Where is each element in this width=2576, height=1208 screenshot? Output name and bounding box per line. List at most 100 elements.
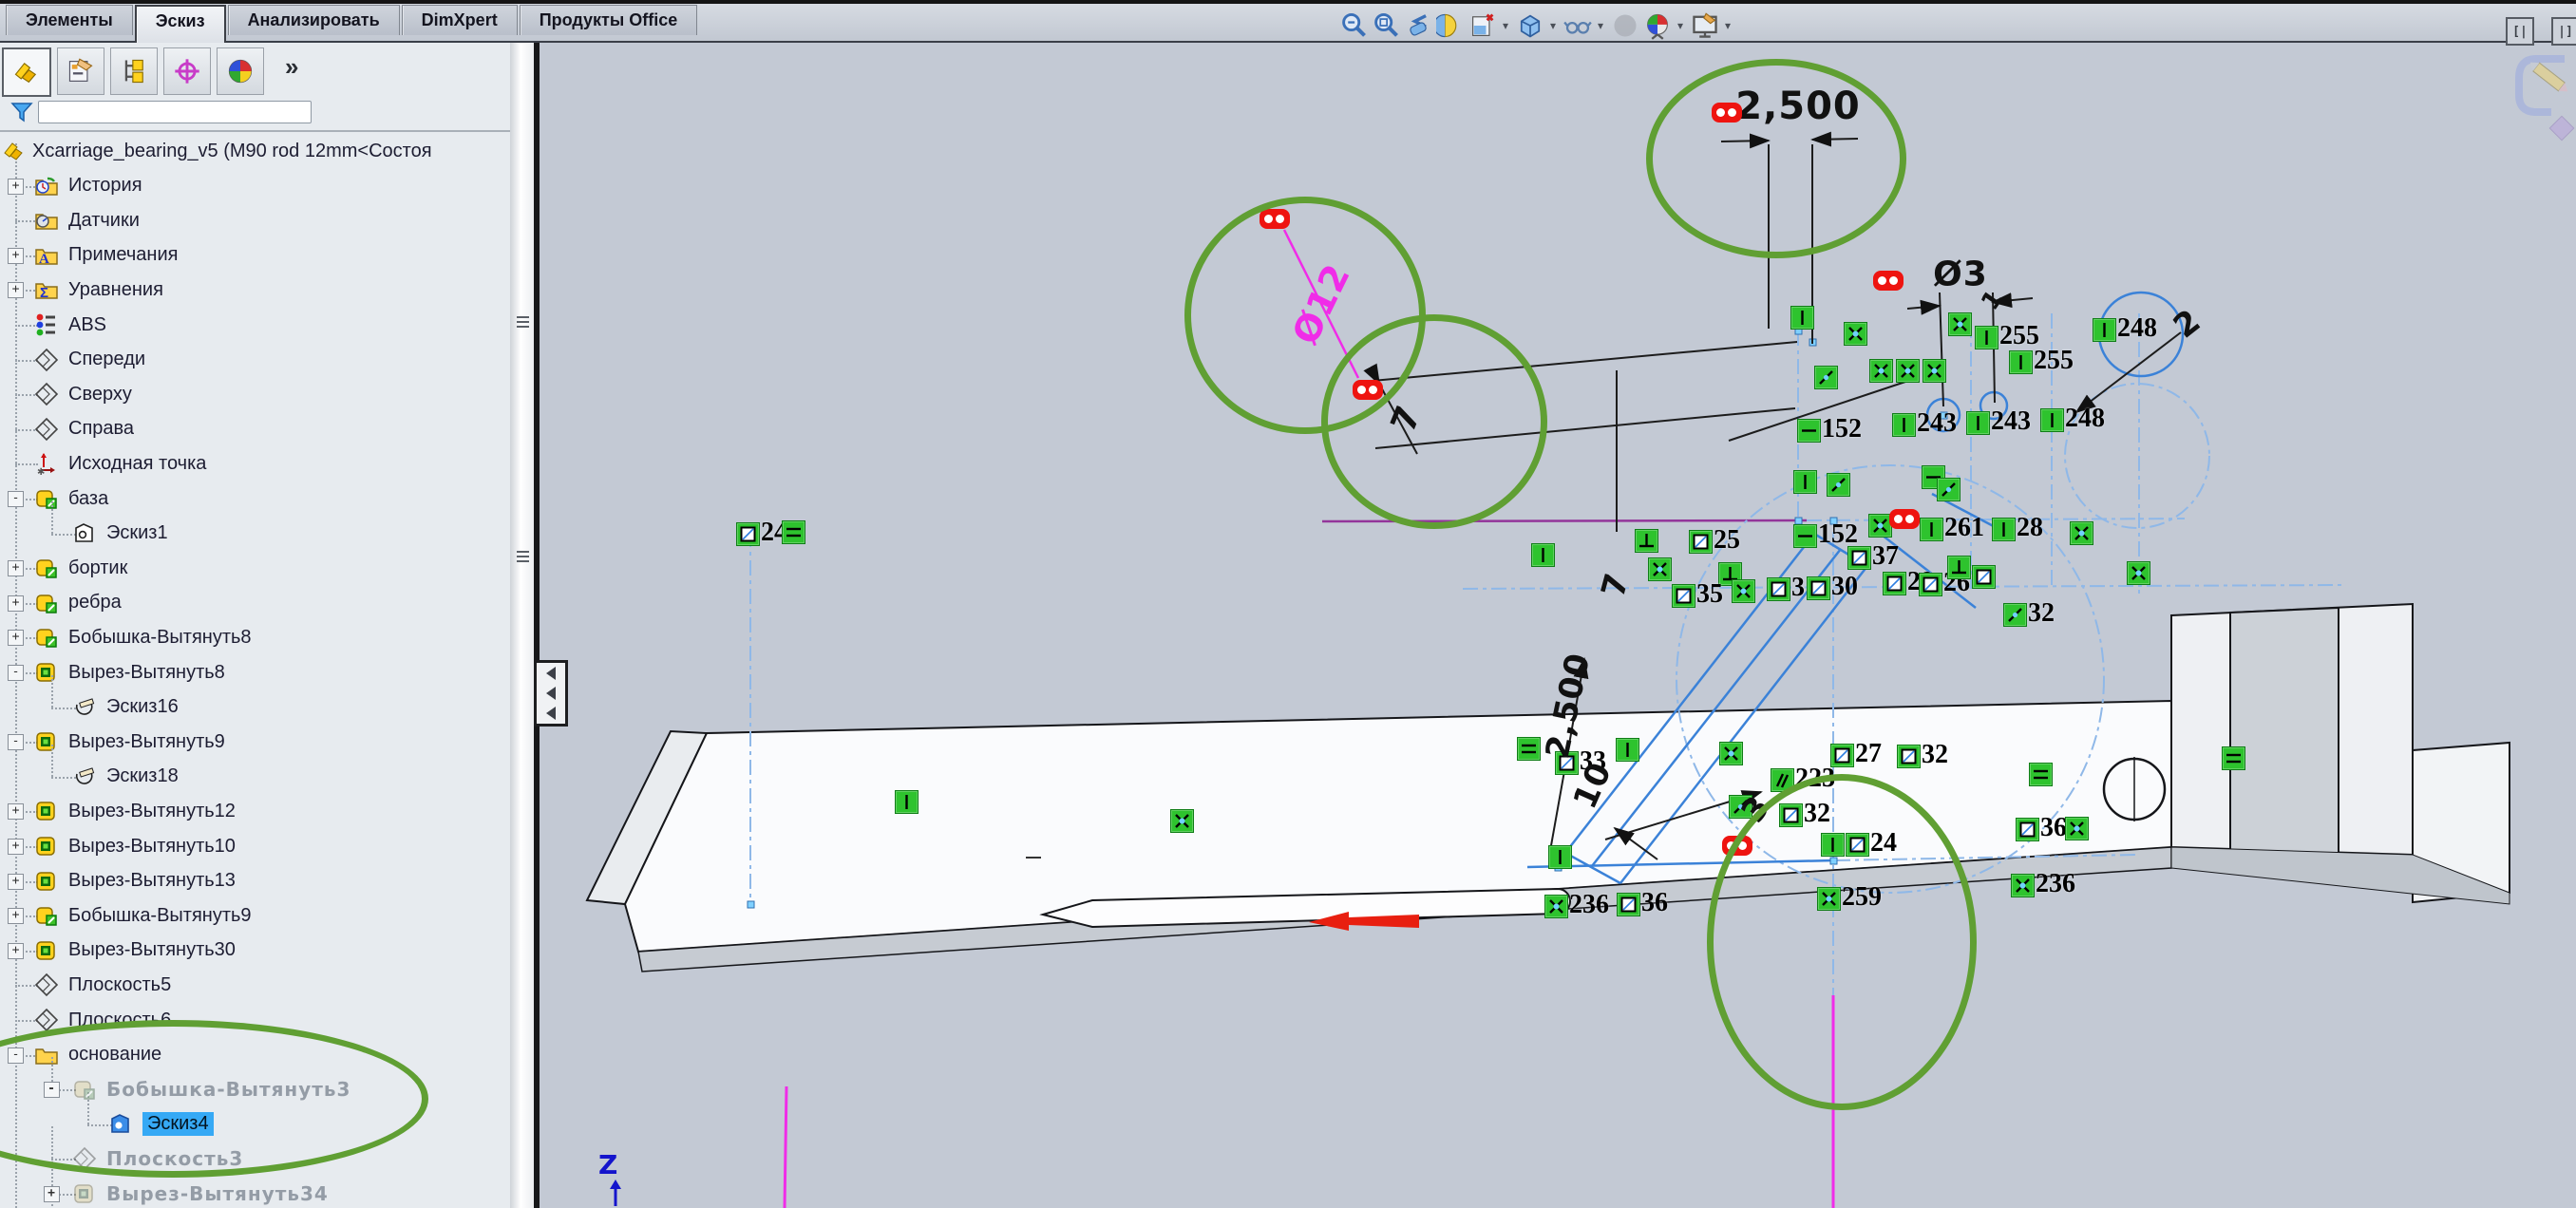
tree-item-Бобышка-Вытянуть3[interactable]: -Бобышка-Вытянуть3	[0, 1072, 510, 1106]
tree-item-ABS[interactable]: ABS	[0, 308, 510, 342]
tree-item-Вырез-Вытянуть9[interactable]: -Вырез-Вытянуть9	[0, 725, 510, 759]
tree-item-бортик[interactable]: +бортик	[0, 551, 510, 585]
view-orientation-dropdown-caret[interactable]: ▾	[1499, 10, 1512, 41]
relation-vertical-badge[interactable]	[895, 790, 919, 814]
dangling-relation-icon[interactable]	[1712, 103, 1742, 123]
relation-on-edge-badge[interactable]: 29	[1883, 572, 1906, 595]
tree-item-Вырез-Вытянуть12[interactable]: +Вырез-Вытянуть12	[0, 794, 510, 828]
configurationmanager-tab[interactable]	[110, 47, 158, 95]
edit-appearance-dropdown-caret[interactable]: ▾	[1674, 10, 1687, 41]
relation-tangent-badge[interactable]: 32	[2003, 603, 2027, 627]
relation-on-edge-badge[interactable]: 36	[1617, 893, 1640, 916]
hide-show-items-icon[interactable]	[1563, 10, 1593, 41]
tree-item-Эскиз18[interactable]: Эскиз18	[0, 760, 510, 794]
relation-coincident-badge[interactable]: 236	[2011, 874, 2035, 897]
relation-tangent-badge[interactable]	[1827, 473, 1850, 497]
relation-horizontal-badge[interactable]: 152	[1797, 419, 1821, 443]
tree-item-Xcarriage_bearing_v5 (M90 rod 12mm<Состоя[interactable]: Xcarriage_bearing_v5 (M90 rod 12mm<Состо…	[0, 134, 510, 168]
relation-on-edge-badge[interactable]: 37	[1847, 546, 1871, 570]
propertymanager-tab[interactable]	[57, 47, 104, 95]
tree-item-Бобышка-Вытянуть8[interactable]: +Бобышка-Вытянуть8	[0, 620, 510, 654]
relation-on-edge-badge[interactable]: 32	[1779, 803, 1803, 827]
tree-item-Примечания[interactable]: +AПримечания	[0, 238, 510, 273]
relation-tangent-badge[interactable]	[1937, 478, 1960, 501]
tree-filter-input[interactable]	[38, 101, 312, 123]
relation-vertical-badge[interactable]: 248	[2040, 408, 2064, 432]
relation-coincident-badge[interactable]: 259	[1817, 887, 1841, 911]
relation-coincident-badge[interactable]	[1732, 579, 1755, 603]
expand-icon[interactable]: +	[8, 839, 24, 855]
pane-collapse-right-button[interactable]: |]	[2551, 17, 2576, 46]
expand-icon[interactable]: +	[8, 248, 24, 264]
relation-vertical-badge[interactable]: 255	[1975, 326, 1998, 349]
expand-icon[interactable]: +	[8, 943, 24, 959]
splitter-grip[interactable]	[517, 551, 529, 563]
relation-tangent-badge[interactable]	[1814, 366, 1838, 389]
dimxpertmanager-tab[interactable]	[163, 47, 211, 95]
panel-collapse-tab[interactable]	[534, 660, 568, 727]
tab-продукты-office[interactable]: Продукты Office	[520, 5, 698, 35]
collapse-icon[interactable]: -	[8, 491, 24, 507]
tree-item-Плоскость5[interactable]: Плоскость5	[0, 968, 510, 1002]
dimension-2500[interactable]: 2,500	[1735, 85, 1861, 128]
relation-on-edge-badge[interactable]: 31	[1767, 577, 1790, 601]
relation-vertical-badge[interactable]: 248	[2093, 318, 2116, 342]
relation-coincident-badge[interactable]	[1948, 312, 1972, 336]
expand-icon[interactable]: +	[8, 908, 24, 924]
expand-icon[interactable]: +	[8, 282, 24, 298]
dangling-relation-icon[interactable]	[1353, 380, 1383, 400]
relation-on-edge-badge[interactable]: 32	[1897, 745, 1921, 768]
relation-vertical-badge[interactable]	[1616, 738, 1639, 762]
relation-on-edge-badge[interactable]: 36	[2016, 818, 2039, 841]
tab-элементы[interactable]: Элементы	[6, 5, 133, 35]
collapse-icon[interactable]: -	[8, 1048, 24, 1064]
relation-vertical-badge[interactable]: 28	[1992, 518, 2016, 541]
tab-анализировать[interactable]: Анализировать	[228, 5, 400, 35]
dimension-3[interactable]: Ø3	[1933, 255, 1988, 294]
relation-vertical-badge[interactable]	[1531, 543, 1555, 567]
expand-icon[interactable]: +	[8, 874, 24, 890]
dangling-relation-icon[interactable]	[1873, 271, 1904, 291]
dangling-relation-icon[interactable]	[1722, 836, 1752, 856]
tree-item-Вырез-Вытянуть8[interactable]: -Вырез-Вытянуть8	[0, 655, 510, 689]
featuremanager-design-tree-tab[interactable]	[2, 47, 51, 97]
tree-item-Бобышка-Вытянуть9[interactable]: +Бобышка-Вытянуть9	[0, 898, 510, 933]
tree-item-Эскиз16[interactable]: Эскиз16	[0, 690, 510, 725]
zoom-to-fit-icon[interactable]	[1338, 10, 1369, 41]
relation-vertical-badge[interactable]: 243	[1892, 413, 1916, 437]
tree-item-Эскиз4[interactable]: Эскиз4	[0, 1107, 510, 1142]
tree-item-Уравнения[interactable]: +ΣУравнения	[0, 273, 510, 307]
tree-item-Вырез-Вытянуть13[interactable]: +Вырез-Вытянуть13	[0, 864, 510, 898]
relation-coincident-badge[interactable]	[1844, 322, 1867, 346]
hide-show-items-dropdown-caret[interactable]: ▾	[1594, 10, 1607, 41]
relation-vertical-badge[interactable]	[1548, 845, 1572, 869]
tree-item-История[interactable]: +История	[0, 169, 510, 203]
tree-item-Вырез-Вытянуть30[interactable]: +Вырез-Вытянуть30	[0, 934, 510, 968]
tree-item-Сверху[interactable]: Сверху	[0, 377, 510, 411]
display-style-icon[interactable]	[1515, 10, 1545, 41]
expand-icon[interactable]: +	[8, 560, 24, 576]
relation-coincident-badge[interactable]	[1648, 557, 1672, 581]
collapse-icon[interactable]: -	[8, 734, 24, 750]
expand-icon[interactable]: +	[8, 595, 24, 612]
relation-vertical-badge[interactable]: 243	[1966, 411, 1990, 435]
tree-item-Исходная точка[interactable]: ✱Исходная точка	[0, 446, 510, 481]
relation-on-edge-badge[interactable]: 25	[1689, 530, 1713, 554]
expand-icon[interactable]: +	[8, 803, 24, 820]
tree-item-основание[interactable]: -основание	[0, 1038, 510, 1072]
displaymanager-tab[interactable]	[217, 47, 264, 95]
expand-icon[interactable]: +	[44, 1186, 60, 1202]
relation-equal-badge[interactable]	[1517, 737, 1541, 761]
tree-item-база[interactable]: -база	[0, 481, 510, 516]
relation-coincident-badge[interactable]	[1719, 742, 1743, 765]
relation-perpendicular-badge[interactable]	[1635, 529, 1658, 553]
section-view-icon[interactable]	[1435, 10, 1466, 41]
tree-item-Датчики[interactable]: Датчики	[0, 203, 510, 237]
tree-item-Плоскость6[interactable]: Плоскость6	[0, 1003, 510, 1037]
relation-vertical-badge[interactable]	[1790, 306, 1814, 330]
view-orientation-icon[interactable]	[1468, 10, 1498, 41]
relation-on-edge-badge[interactable]: 24	[736, 522, 760, 546]
relation-on-edge-badge[interactable]: 26	[1919, 573, 1942, 596]
exit-sketch-corner-icon[interactable]	[2510, 49, 2576, 144]
tree-item-Вырез-Вытянуть34[interactable]: +Вырез-Вытянуть34	[0, 1177, 510, 1208]
